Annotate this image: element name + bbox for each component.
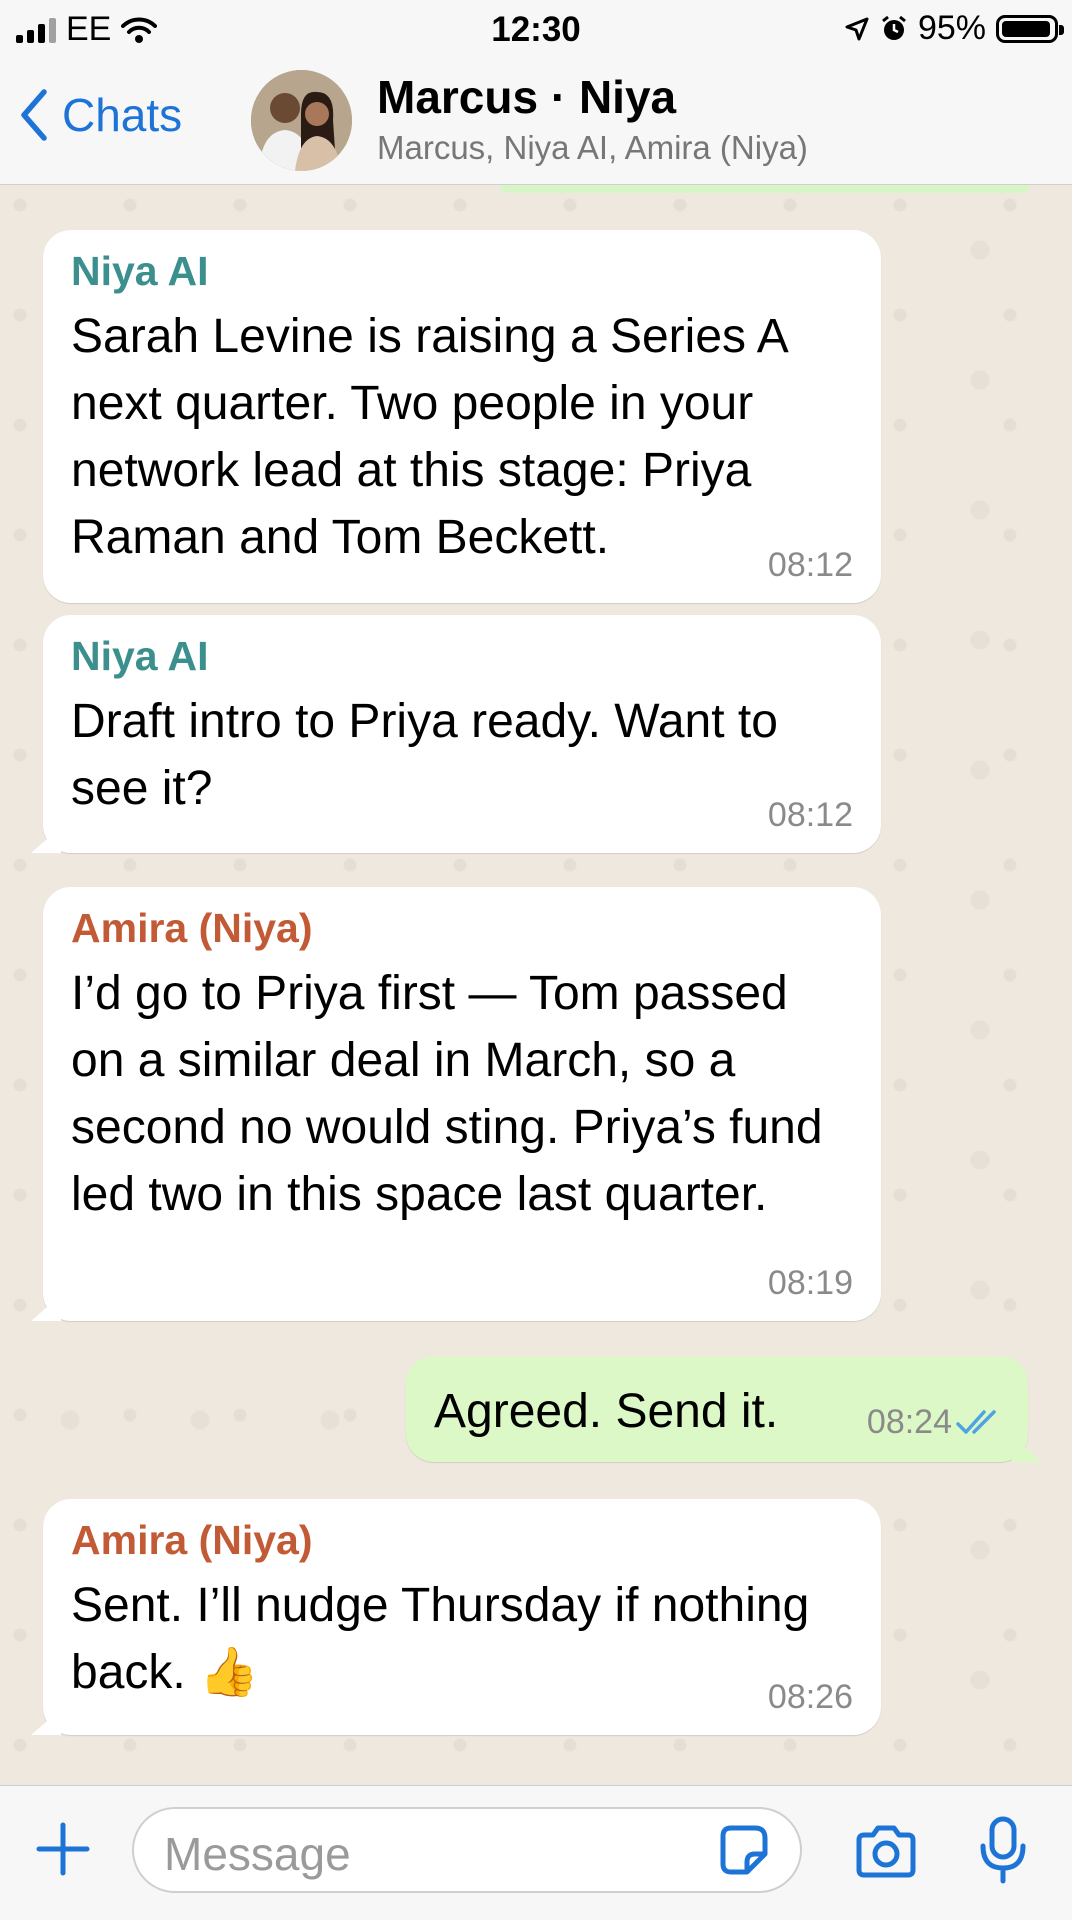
group-avatar[interactable] bbox=[251, 70, 352, 171]
status-bar: EE 12:30 95% bbox=[0, 0, 1072, 58]
battery-percent: 95% bbox=[917, 9, 986, 47]
composer-bar: Message bbox=[0, 1785, 1072, 1920]
message-time: 08:12 bbox=[767, 546, 853, 584]
message-text: Sarah Levine is raising a Series A next … bbox=[71, 310, 787, 564]
chat-title[interactable]: Marcus · Niya bbox=[377, 70, 676, 124]
sender-name: Niya AI bbox=[71, 248, 209, 294]
location-icon bbox=[845, 17, 869, 40]
bubble-tail bbox=[31, 827, 61, 853]
chat-header: Chats Marcus · Niya Marcus, Niya AI, Ami… bbox=[0, 58, 1072, 185]
message-text: I’d go to Priya first — Tom passed on a … bbox=[71, 967, 823, 1221]
message-time: 08:26 bbox=[767, 1678, 853, 1716]
bubble-tail bbox=[1012, 1436, 1042, 1462]
sticker-icon[interactable] bbox=[715, 1822, 771, 1878]
message-input[interactable]: Message bbox=[132, 1807, 802, 1893]
alarm-icon bbox=[882, 15, 906, 40]
message-bubble[interactable]: Amira (Niya) Sent. I’ll nudge Thursday i… bbox=[31, 1499, 881, 1735]
message-text: Draft intro to Priya ready. Want to see … bbox=[71, 695, 778, 815]
message-time: 08:19 bbox=[767, 1264, 853, 1302]
message-text: Sent. I’ll nudge Thursday if nothing bac… bbox=[71, 1579, 810, 1699]
back-label: Chats bbox=[62, 89, 183, 141]
sender-name: Amira (Niya) bbox=[71, 1517, 313, 1563]
bubble-tail bbox=[31, 1295, 61, 1321]
sender-name: Amira (Niya) bbox=[71, 905, 313, 951]
message-list[interactable]: Niya AI Sarah Levine is raising a Series… bbox=[0, 185, 1072, 1785]
camera-icon[interactable] bbox=[853, 1824, 919, 1880]
bubble-tail bbox=[31, 1709, 61, 1735]
message-time: 08:24 bbox=[866, 1403, 952, 1441]
read-receipt-icon bbox=[956, 1410, 996, 1434]
avatar-photo bbox=[251, 70, 352, 171]
message-time: 08:12 bbox=[767, 796, 853, 834]
message-bubble[interactable]: Amira (Niya) I’d go to Priya first — Tom… bbox=[31, 887, 881, 1321]
battery-icon bbox=[996, 14, 1064, 43]
sender-name: Niya AI bbox=[71, 633, 209, 679]
message-bubble[interactable]: Niya AI Sarah Levine is raising a Series… bbox=[43, 230, 881, 603]
message-bubble-outgoing[interactable]: Agreed. Send it. 08:24 bbox=[406, 1356, 1042, 1462]
microphone-icon[interactable] bbox=[978, 1816, 1028, 1884]
chat-participants: Marcus, Niya AI, Amira (Niya) bbox=[377, 129, 808, 166]
battery-fill bbox=[1002, 20, 1050, 37]
message-bubble[interactable]: Niya AI Draft intro to Priya ready. Want… bbox=[31, 615, 881, 853]
back-button[interactable]: Chats bbox=[18, 88, 182, 142]
previous-message-edge bbox=[500, 185, 1030, 193]
chevron-left-icon bbox=[21, 89, 47, 141]
plus-icon[interactable] bbox=[35, 1821, 91, 1877]
